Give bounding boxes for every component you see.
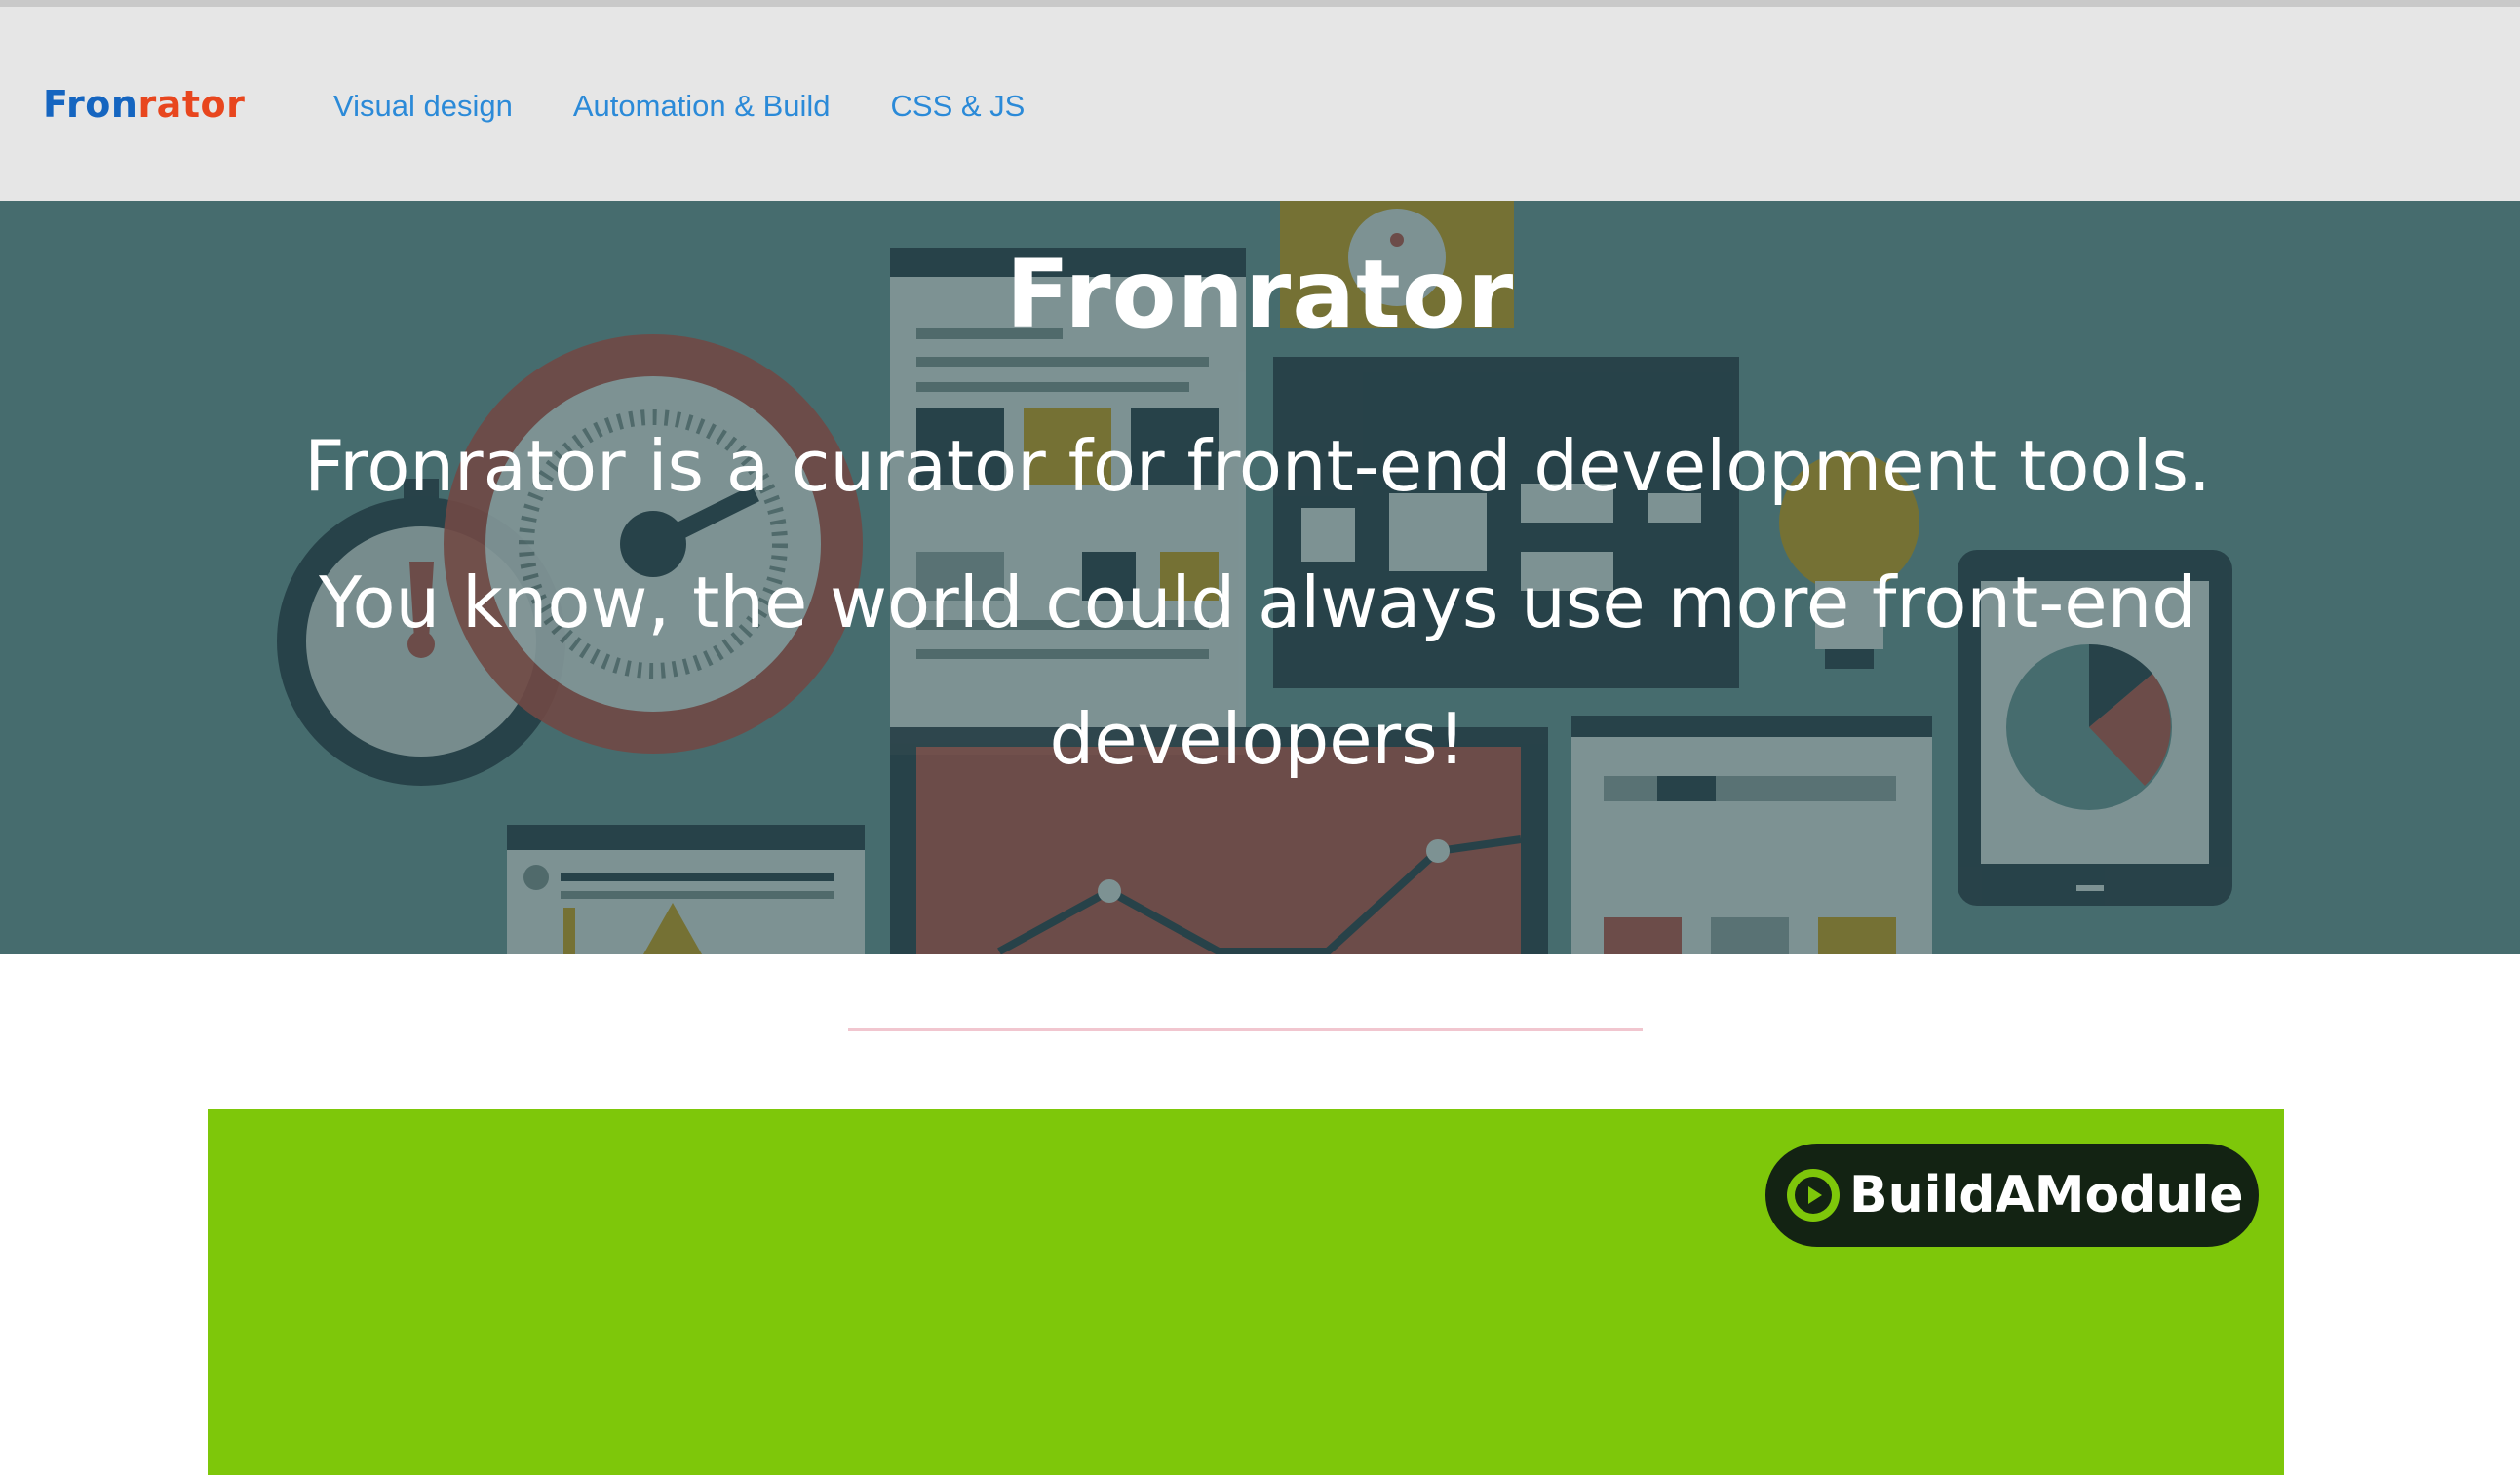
nav-visual-design[interactable]: Visual design bbox=[333, 89, 513, 124]
logo-part-1: Fron bbox=[43, 83, 138, 126]
buildamodule-badge[interactable]: BuildAModule bbox=[1765, 1144, 2259, 1247]
hero-section: Fronrator Fronrator is a curator for fro… bbox=[0, 201, 2520, 954]
nav-automation-build[interactable]: Automation & Build bbox=[573, 89, 831, 124]
site-header: Fronrator Visual design Automation & Bui… bbox=[0, 7, 2520, 201]
hero-title: Fronrator bbox=[1005, 240, 1515, 349]
logo-part-2: rator bbox=[137, 83, 246, 126]
site-logo[interactable]: Fronrator bbox=[43, 83, 245, 126]
ad-banner[interactable]: BuildAModule bbox=[208, 1109, 2284, 1475]
play-icon bbox=[1787, 1169, 1840, 1222]
hero-tagline: Fronrator is a curator for front-end dev… bbox=[304, 425, 2211, 780]
nav-css-js[interactable]: CSS & JS bbox=[891, 89, 1026, 124]
ad-brand-label: BuildAModule bbox=[1849, 1166, 2244, 1224]
main-nav: Visual design Automation & Build CSS & J… bbox=[333, 89, 1025, 124]
top-border bbox=[0, 0, 2520, 7]
section-divider bbox=[848, 1028, 1643, 1031]
